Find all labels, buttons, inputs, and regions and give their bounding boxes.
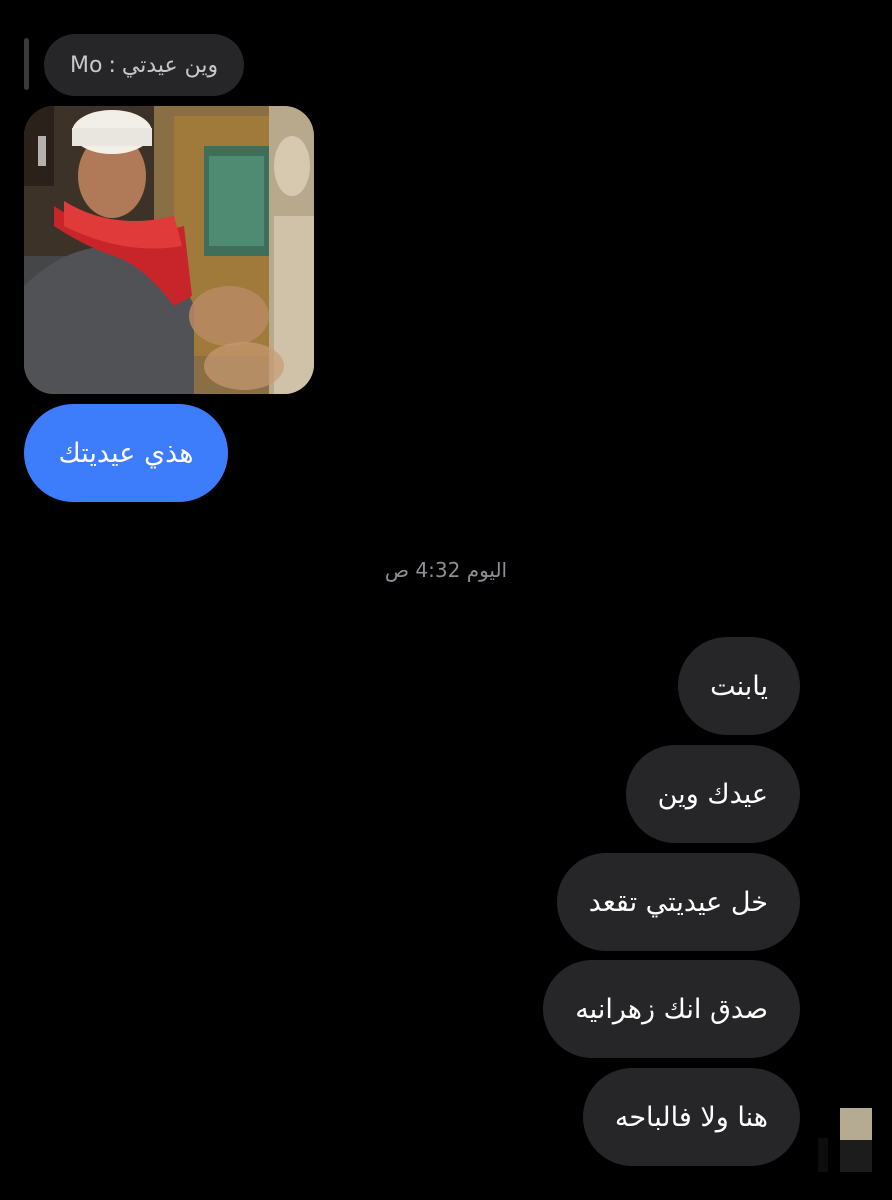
- shared-photo[interactable]: [24, 106, 314, 394]
- received-message-bubble[interactable]: خل عيديتي تقعد: [556, 853, 800, 951]
- received-message-bubble[interactable]: عيدك وين: [625, 745, 800, 843]
- sent-message-bubble[interactable]: هذي عيديتك: [24, 404, 228, 502]
- sent-message-text: هذي عيديتك: [58, 437, 194, 469]
- message-timestamp: اليوم 4:32 ص: [384, 558, 508, 582]
- reply-indicator-bar: [24, 38, 29, 90]
- reply-preview[interactable]: Mo : وين عيدتي: [44, 34, 245, 96]
- received-message-bubble[interactable]: صدق انك زهرانيه: [543, 960, 800, 1058]
- sender-avatar[interactable]: [818, 1108, 872, 1172]
- received-message-bubble[interactable]: هنا ولا فالباحه: [582, 1068, 800, 1166]
- reply-sender: Mo: [70, 52, 103, 78]
- reply-separator: :: [108, 52, 116, 78]
- received-message-text: عيدك وين: [657, 778, 768, 810]
- reply-text: وين عيدتي: [121, 52, 219, 78]
- received-message-bubble[interactable]: يابنت: [678, 637, 800, 735]
- photo-thumbnail: [24, 106, 314, 394]
- received-message-text: صدق انك زهرانيه: [575, 993, 768, 1025]
- received-message-text: خل عيديتي تقعد: [588, 886, 768, 918]
- received-message-text: هنا ولا فالباحه: [614, 1101, 768, 1133]
- received-message-text: يابنت: [710, 670, 768, 702]
